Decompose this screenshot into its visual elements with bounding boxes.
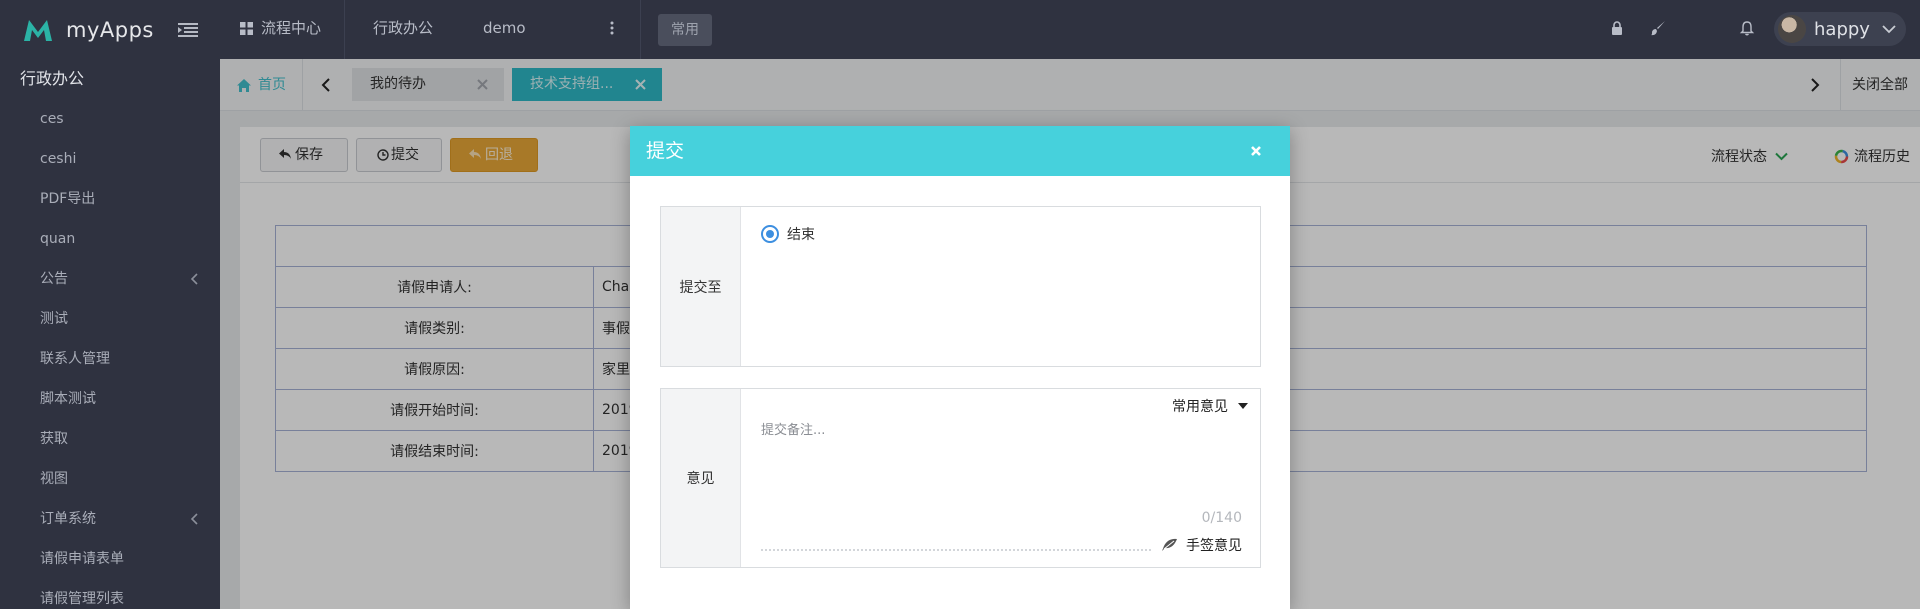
- top-menu-flow-center[interactable]: 流程中心: [261, 0, 321, 59]
- avatar: [1778, 15, 1806, 43]
- sidebar-item-label: 获取: [40, 431, 68, 447]
- user-menu[interactable]: happy: [1774, 12, 1906, 46]
- sidebar-item-label: ces: [40, 111, 64, 127]
- sidebar-item-leave-form[interactable]: 请假申请表单: [0, 539, 220, 579]
- radio-end-label: 结束: [787, 227, 815, 243]
- sidebar-item-fetch[interactable]: 获取: [0, 419, 220, 459]
- lock-icon[interactable]: [1609, 20, 1625, 36]
- sidebar-section-title[interactable]: 行政办公: [0, 59, 220, 99]
- divider: [640, 0, 641, 59]
- top-menu-demo[interactable]: demo: [483, 0, 526, 59]
- common-opinion-label: 常用意见: [1172, 399, 1228, 415]
- char-counter: 0/140: [1201, 510, 1242, 526]
- remark-textarea[interactable]: [761, 419, 1241, 519]
- sidebar-item-label: 脚本测试: [40, 391, 96, 407]
- sidebar-item-label: quan: [40, 231, 76, 247]
- grid-icon: [240, 22, 253, 35]
- close-icon[interactable]: [1250, 145, 1262, 157]
- sidebar-item-label: 请假管理列表: [40, 591, 124, 607]
- dialog-header: 提交: [630, 126, 1290, 176]
- sidebar-item-order-system[interactable]: 订单系统: [0, 499, 220, 539]
- dialog-title: 提交: [646, 140, 685, 162]
- sidebar-item-label: 联系人管理: [40, 351, 110, 367]
- chevron-left-icon: [190, 273, 198, 285]
- menu-toggle-icon[interactable]: [178, 22, 198, 38]
- sidebar-item-pdf-export[interactable]: PDF导出: [0, 179, 220, 219]
- brand-logo-icon: [24, 19, 52, 41]
- top-menu-admin[interactable]: 行政办公: [373, 0, 433, 59]
- handwrite-label: 手签意见: [1186, 538, 1242, 554]
- sidebar-item-label: PDF导出: [40, 191, 96, 207]
- sidebar: myApps 行政办公 ces ceshi PDF导出 quan 公告 测试 联…: [0, 0, 220, 609]
- sidebar-item-label: 公告: [40, 271, 68, 287]
- sidebar-item-label: 订单系统: [40, 511, 96, 527]
- common-badge-button[interactable]: 常用: [658, 14, 712, 46]
- radio-end[interactable]: 结束: [761, 224, 815, 244]
- common-opinion-dropdown[interactable]: 常用意见: [1172, 396, 1248, 416]
- top-bar: 流程中心 行政办公 demo 常用 happy: [220, 0, 1920, 59]
- submit-to-label: 提交至: [661, 207, 741, 366]
- bell-icon[interactable]: [1739, 20, 1755, 36]
- user-name: happy: [1814, 18, 1870, 40]
- sidebar-item-script-test[interactable]: 脚本测试: [0, 379, 220, 419]
- divider: [344, 0, 345, 59]
- sidebar-item-notice[interactable]: 公告: [0, 259, 220, 299]
- radio-button[interactable]: [761, 225, 779, 243]
- sidebar-item-label: 测试: [40, 311, 68, 327]
- sidebar-item-contacts[interactable]: 联系人管理: [0, 339, 220, 379]
- sidebar-item-label: 请假申请表单: [40, 551, 124, 567]
- sidebar-item-view[interactable]: 视图: [0, 459, 220, 499]
- chevron-down-icon: [1882, 25, 1896, 34]
- sidebar-item-quan[interactable]: quan: [0, 219, 220, 259]
- signature-line: [761, 549, 1151, 551]
- more-vertical-icon[interactable]: [610, 21, 614, 35]
- sidebar-item-test[interactable]: 测试: [0, 299, 220, 339]
- brand-name: myApps: [66, 17, 154, 42]
- brush-icon[interactable]: [1650, 20, 1666, 36]
- feather-icon: [1162, 538, 1177, 551]
- sidebar-item-ceshi[interactable]: ceshi: [0, 139, 220, 179]
- handwrite-opinion-button[interactable]: 手签意见: [1160, 535, 1242, 555]
- submit-to-field: 提交至 结束: [660, 206, 1261, 367]
- sidebar-item-ces[interactable]: ces: [0, 99, 220, 139]
- sidebar-item-leave-list[interactable]: 请假管理列表: [0, 579, 220, 609]
- sidebar-item-label: ceshi: [40, 151, 77, 167]
- opinion-field: 意见 常用意见 0/140 手签意见: [660, 388, 1261, 568]
- sidebar-item-label: 视图: [40, 471, 68, 487]
- submit-dialog: 提交 提交至 结束 意见 常用意见 0/140: [630, 126, 1290, 609]
- opinion-label: 意见: [661, 389, 741, 567]
- caret-down-icon: [1238, 403, 1248, 409]
- chevron-left-icon: [190, 513, 198, 525]
